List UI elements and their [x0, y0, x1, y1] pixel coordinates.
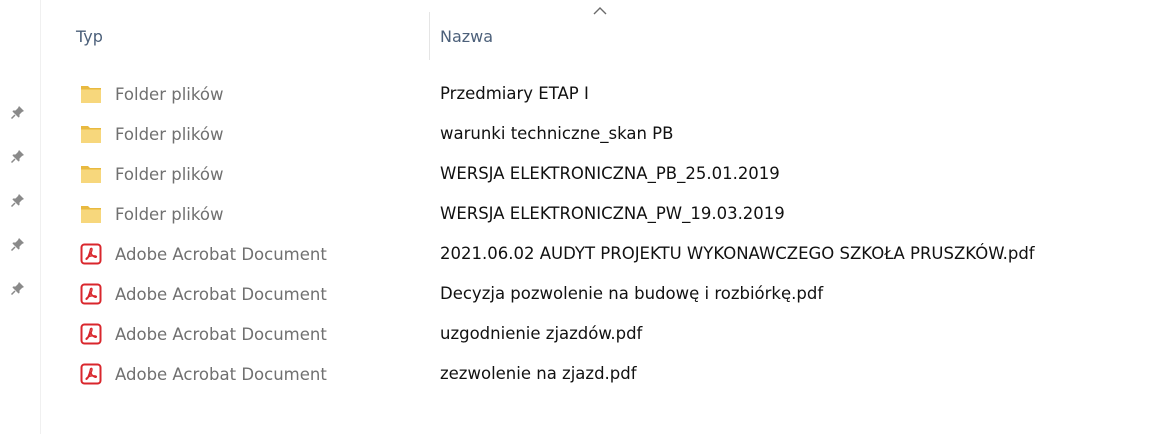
file-type-label: Folder plików — [115, 164, 224, 184]
file-type-cell: Folder plików — [80, 114, 223, 154]
pdf-icon — [80, 323, 102, 345]
column-divider[interactable] — [429, 12, 430, 60]
file-row[interactable]: Folder plików WERSJA ELEKTRONICZNA_PB_25.… — [40, 154, 1170, 194]
pin-icon[interactable] — [10, 192, 26, 208]
pin-icon[interactable] — [10, 280, 26, 296]
file-name-label[interactable]: Decyzja pozwolenie na budowę i rozbiórkę… — [440, 274, 823, 314]
pdf-icon — [80, 283, 102, 305]
column-header-bar: Typ Nazwa — [40, 0, 1170, 74]
column-header-name[interactable]: Nazwa — [440, 27, 493, 46]
file-type-cell: Folder plików — [80, 154, 223, 194]
file-type-label: Folder plików — [115, 124, 224, 144]
file-name-label[interactable]: Przedmiary ETAP I — [440, 74, 589, 114]
file-name-label[interactable]: zezwolenie na zjazd.pdf — [440, 354, 637, 394]
file-type-cell: Folder plików — [80, 194, 223, 234]
file-row[interactable]: Adobe Acrobat Document zezwolenie na zjaz… — [40, 354, 1170, 394]
file-list: Folder plików Przedmiary ETAP I Folder pli… — [40, 74, 1170, 394]
pin-icon[interactable] — [10, 236, 26, 252]
file-row[interactable]: Adobe Acrobat Document 2021.06.02 AUDYT P… — [40, 234, 1170, 274]
pdf-icon — [80, 243, 102, 265]
file-row[interactable]: Folder plików warunki techniczne_skan PB — [40, 114, 1170, 154]
file-row[interactable]: Adobe Acrobat Document uzgodnienie zjazdó… — [40, 314, 1170, 354]
file-type-cell: Adobe Acrobat Document — [80, 314, 327, 354]
file-row[interactable]: Adobe Acrobat Document Decyzja pozwolenie… — [40, 274, 1170, 314]
sort-ascending-icon — [593, 7, 607, 15]
pdf-icon — [80, 363, 102, 385]
file-explorer-window: Typ Nazwa Folder plików Przedmiary ETAP I… — [0, 0, 1170, 434]
folder-icon — [81, 86, 101, 103]
file-type-cell: Adobe Acrobat Document — [80, 274, 327, 314]
file-name-label[interactable]: 2021.06.02 AUDYT PROJEKTU WYKONAWCZEGO S… — [440, 234, 1035, 274]
file-type-cell: Adobe Acrobat Document — [80, 354, 327, 394]
file-type-label: Adobe Acrobat Document — [115, 324, 327, 344]
file-name-label[interactable]: WERSJA ELEKTRONICZNA_PB_25.01.2019 — [440, 154, 780, 194]
folder-icon — [81, 206, 101, 223]
file-row[interactable]: Folder plików WERSJA ELEKTRONICZNA_PW_19.… — [40, 194, 1170, 234]
file-name-label[interactable]: uzgodnienie zjazdów.pdf — [440, 314, 642, 354]
column-header-type[interactable]: Typ — [76, 27, 103, 46]
file-type-cell: Folder plików — [80, 74, 223, 114]
file-type-cell: Adobe Acrobat Document — [80, 234, 327, 274]
folder-icon — [81, 166, 101, 183]
folder-icon — [81, 126, 101, 143]
file-row[interactable]: Folder plików Przedmiary ETAP I — [40, 74, 1170, 114]
file-type-label: Folder plików — [115, 204, 224, 224]
quick-access-strip — [0, 0, 41, 434]
file-type-label: Adobe Acrobat Document — [115, 284, 327, 304]
file-name-label[interactable]: WERSJA ELEKTRONICZNA_PW_19.03.2019 — [440, 194, 785, 234]
file-type-label: Adobe Acrobat Document — [115, 364, 327, 384]
file-name-label[interactable]: warunki techniczne_skan PB — [440, 114, 673, 154]
pin-icon[interactable] — [10, 104, 26, 120]
file-type-label: Adobe Acrobat Document — [115, 244, 327, 264]
pin-icon[interactable] — [10, 148, 26, 164]
file-type-label: Folder plików — [115, 84, 224, 104]
